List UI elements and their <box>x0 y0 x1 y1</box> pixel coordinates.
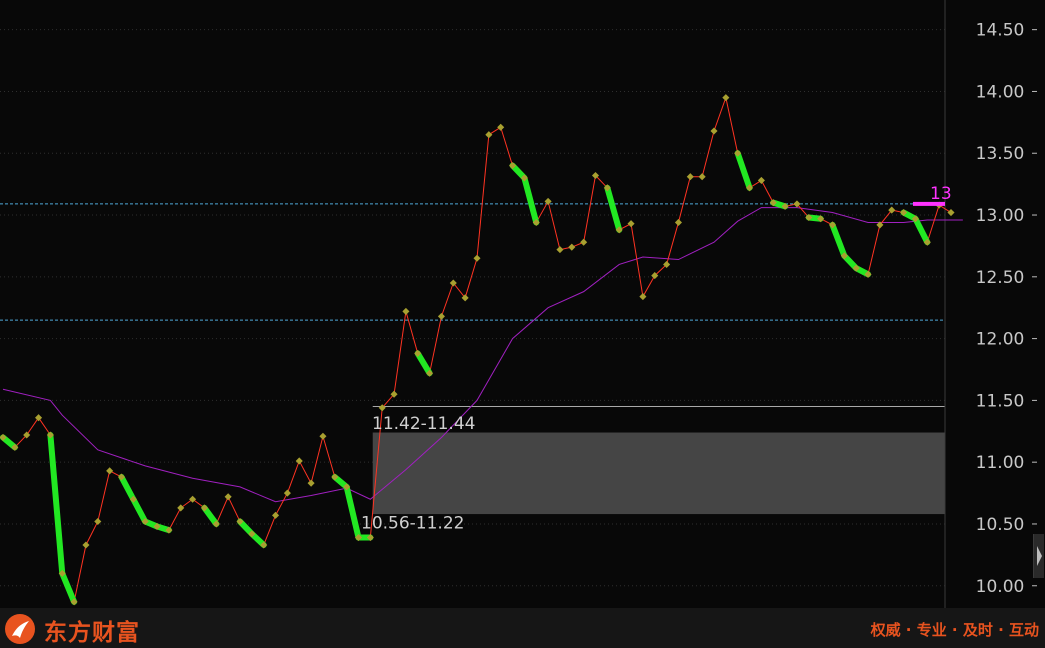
eastmoney-logo-icon <box>5 614 35 644</box>
down-segment-16 <box>604 184 623 233</box>
price-marker-53 <box>627 220 635 228</box>
price-marker-57 <box>674 218 682 226</box>
stock-price-chart: 13 11.42-11.44 10.56-11.22 14.50 14.00 13.50 1… <box>0 0 1037 608</box>
price-marker-42 <box>497 123 505 131</box>
down-segment-15 <box>521 174 540 226</box>
price-marker-61 <box>722 94 730 102</box>
y-tick-label-3: 13.00 <box>976 206 1025 226</box>
price-marker-7 <box>82 541 90 549</box>
price-marker-25 <box>295 457 303 465</box>
lower-zone-label: 10.56-11.22 <box>361 514 464 534</box>
down-segment-3 <box>118 474 137 503</box>
y-tick-label-9: 10.00 <box>976 577 1025 597</box>
price-marker-48 <box>568 243 576 251</box>
y-tick-label-6: 11.50 <box>976 391 1025 411</box>
footer-bar: 东方财富 权威 · 专业 · 及时 · 互动 <box>0 608 1045 648</box>
down-segment-24 <box>912 215 931 246</box>
price-marker-49 <box>580 238 588 246</box>
down-segment-11 <box>343 483 362 541</box>
y-tick-label-1: 14.00 <box>976 82 1025 102</box>
price-marker-16 <box>189 495 197 503</box>
y-tick-label-5: 12.00 <box>976 330 1025 350</box>
down-segment-13 <box>414 350 433 377</box>
scroll-handle[interactable] <box>1033 534 1044 578</box>
y-tick-label-2: 13.50 <box>976 144 1025 164</box>
price-marker-23 <box>272 511 280 519</box>
price-marker-34 <box>402 307 410 315</box>
price-zone-rect <box>372 432 946 515</box>
down-segment-4 <box>130 496 149 525</box>
y-tick-label-0: 14.50 <box>976 21 1025 41</box>
price-marker-37 <box>437 312 445 320</box>
price-marker-60 <box>710 127 718 135</box>
down-segment-20 <box>829 221 848 259</box>
price-line <box>2 95 952 604</box>
price-marker-80 <box>947 209 955 217</box>
slogan-text: 权威 · 专业 · 及时 · 互动 <box>870 621 1039 639</box>
logo-text: 东方财富 <box>44 620 140 646</box>
y-tick-label-4: 12.50 <box>976 268 1025 288</box>
price-marker-9 <box>106 467 114 475</box>
y-tick-label-7: 11.00 <box>976 453 1025 473</box>
down-segment-2 <box>59 570 78 605</box>
price-marker-41 <box>485 131 493 139</box>
y-tick-label-8: 10.50 <box>976 515 1025 535</box>
price-marker-58 <box>686 173 694 181</box>
chevron-right-icon <box>1037 546 1042 566</box>
price-marker-24 <box>283 489 291 497</box>
down-segment-7 <box>201 504 220 527</box>
price-marker-59 <box>698 173 706 181</box>
price-marker-27 <box>319 432 327 440</box>
price-marker-47 <box>556 246 564 254</box>
price-marker-19 <box>224 493 232 501</box>
price-marker-3 <box>35 414 43 422</box>
price-marker-26 <box>307 479 315 487</box>
last-price-label: 13 <box>930 184 952 204</box>
price-marker-15 <box>177 504 185 512</box>
down-segment-17 <box>734 150 753 191</box>
down-segment-1 <box>47 431 66 577</box>
price-marker-40 <box>473 254 481 262</box>
price-marker-54 <box>639 293 647 301</box>
price-marker-64 <box>757 176 765 184</box>
upper-zone-label: 11.42-11.44 <box>372 414 475 434</box>
